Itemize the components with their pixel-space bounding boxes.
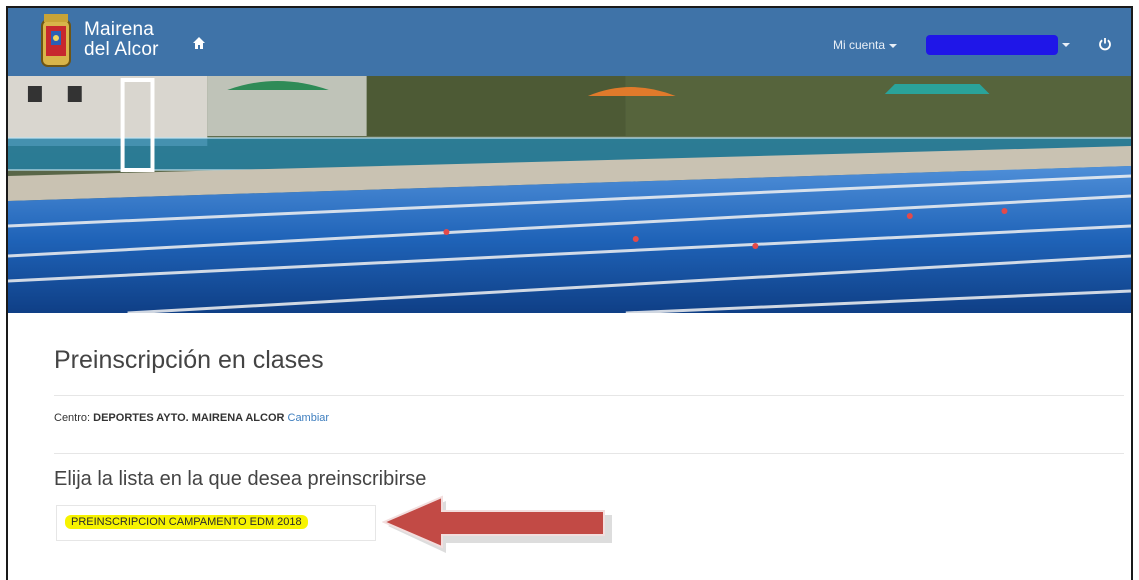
list-subtitle: Elija la lista en la que desea preinscri…	[54, 468, 427, 490]
user-menu[interactable]	[926, 35, 1070, 55]
redacted-username	[926, 35, 1058, 55]
list-item-label: PREINSCRIPCION CAMPAMENTO EDM 2018	[65, 515, 308, 529]
crest-logo[interactable]	[40, 14, 72, 70]
chevron-down-icon	[889, 43, 898, 48]
brand-name[interactable]: Mairena del Alcor	[84, 20, 159, 60]
account-label: Mi cuenta	[833, 38, 886, 52]
centro-info: Centro: DEPORTES AYTO. MAIRENA ALCOR Cam…	[54, 412, 329, 424]
account-menu[interactable]: Mi cuenta	[833, 38, 898, 52]
page-title: Preinscripción en clases	[54, 346, 324, 374]
centro-label: Centro:	[54, 412, 91, 424]
hero-pool-image	[8, 76, 1131, 313]
arrow-left-icon	[382, 495, 612, 553]
chevron-down-icon	[1062, 43, 1070, 47]
brand-line-1: Mairena	[84, 19, 155, 40]
home-icon[interactable]	[192, 36, 206, 50]
power-icon[interactable]	[1098, 37, 1112, 51]
top-navbar: Mairena del Alcor Mi cuenta	[8, 8, 1131, 76]
centro-name: DEPORTES AYTO. MAIRENA ALCOR	[93, 412, 285, 424]
brand-line-2: del Alcor	[84, 39, 159, 60]
divider	[54, 395, 1124, 396]
list-item[interactable]: PREINSCRIPCION CAMPAMENTO EDM 2018	[56, 505, 376, 541]
divider	[54, 453, 1124, 454]
change-centro-link[interactable]: Cambiar	[288, 412, 330, 424]
